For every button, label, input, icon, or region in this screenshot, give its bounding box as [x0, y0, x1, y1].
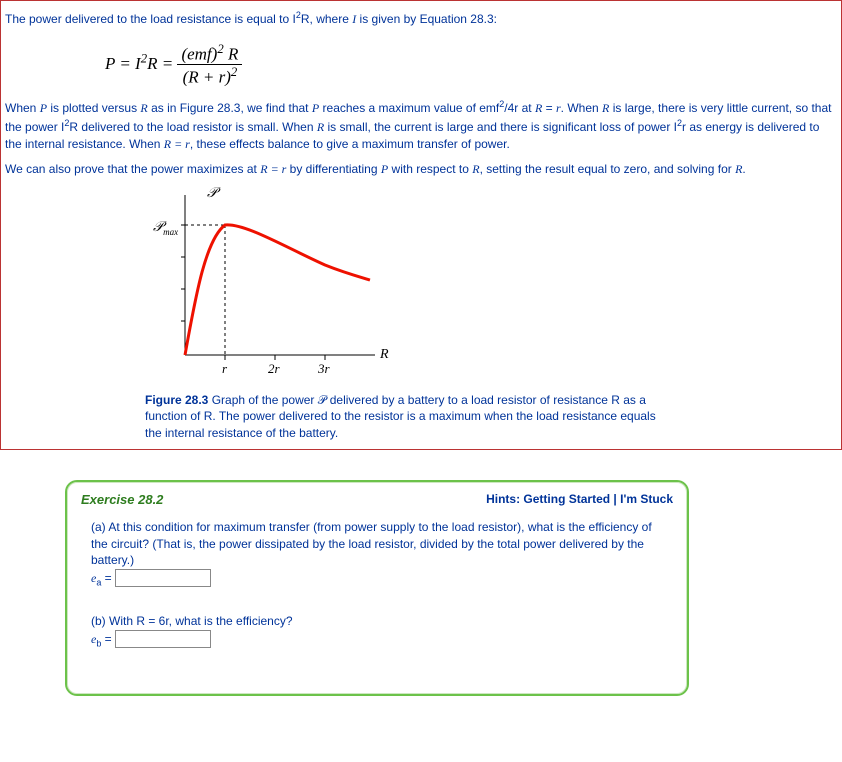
paragraph-3: We can also prove that the power maximiz…: [5, 161, 837, 178]
symbol-Req: R = r: [260, 162, 286, 176]
den-a: (R + r): [183, 68, 231, 87]
fraction: (emf)2 R (R + r)2: [177, 42, 242, 88]
eq-lhs-a: P = I: [105, 54, 141, 73]
tick-r: r: [222, 361, 228, 376]
text: with respect to: [388, 162, 472, 176]
text: reaches a maximum value of emf: [319, 101, 499, 115]
eq-lhs-b: R =: [147, 54, 177, 73]
text: . When: [561, 101, 602, 115]
symbol-R: R: [140, 101, 147, 115]
question-b-text: (b) With R = 6r, what is the efficiency?: [91, 613, 667, 630]
figure-28-3: 𝒫 𝒫max R r 2r 3r Figure 28.3 Graph of th…: [145, 185, 837, 441]
hints-block: Hints: Getting Started | I'm Stuck: [486, 492, 673, 507]
text: R delivered to the load resistor is smal…: [69, 120, 316, 134]
exercise-title: Exercise 28.2: [81, 492, 163, 507]
hint-getting-started-link[interactable]: Getting Started: [523, 492, 610, 506]
text: as in Figure 28.3, we find that: [148, 101, 312, 115]
text: is plotted versus: [47, 101, 140, 115]
intro-paragraph: The power delivered to the load resistan…: [5, 9, 837, 28]
answer-a-input[interactable]: [115, 569, 211, 587]
figure-number: Figure 28.3: [145, 393, 208, 407]
figure-text: Graph of the power 𝒫 delivered by a batt…: [145, 393, 656, 439]
text: We can also prove that the power maximiz…: [5, 162, 260, 176]
exercise-panel: Exercise 28.2 Hints: Getting Started | I…: [65, 480, 689, 696]
hint-im-stuck-link[interactable]: I'm Stuck: [620, 492, 673, 506]
exercise-header: Exercise 28.2 Hints: Getting Started | I…: [67, 482, 687, 513]
power-vs-R-plot: 𝒫 𝒫max R r 2r 3r: [145, 185, 405, 385]
answer-b-row: eb =: [91, 630, 667, 650]
text: , these effects balance to give a maximu…: [190, 137, 510, 151]
answer-a-row: ea =: [91, 569, 667, 589]
symbol-Req: R = r: [164, 137, 190, 151]
text: When: [5, 101, 40, 115]
symbol-P: P: [40, 101, 47, 115]
text: =: [542, 101, 556, 115]
paragraph-2: When P is plotted versus R as in Figure …: [5, 98, 837, 152]
sup-2: 2: [231, 65, 237, 79]
text: by differentiating: [286, 162, 381, 176]
tick-2r: 2r: [268, 361, 281, 376]
question-b: (b) With R = 6r, what is the efficiency?…: [91, 613, 667, 650]
explanation-panel: The power delivered to the load resistan…: [0, 0, 842, 450]
text: The power delivered to the load resistan…: [5, 12, 296, 26]
exercise-body: (a) At this condition for maximum transf…: [67, 513, 687, 694]
answer-b-input[interactable]: [115, 630, 211, 648]
eq-sign: =: [101, 571, 115, 585]
hints-sep: |: [610, 492, 620, 506]
question-a: (a) At this condition for maximum transf…: [91, 519, 667, 589]
num-a: (emf): [181, 44, 217, 63]
symbol-R: R: [735, 162, 742, 176]
num-b: R: [224, 44, 239, 63]
question-a-text: (a) At this condition for maximum transf…: [91, 519, 667, 569]
svg-text:𝒫max: 𝒫max: [153, 220, 178, 237]
pmax-sub: max: [163, 227, 178, 237]
figure-caption: Figure 28.3 Graph of the power 𝒫 deliver…: [145, 392, 675, 441]
eq-sign: =: [101, 632, 115, 646]
text: , setting the result equal to zero, and …: [480, 162, 735, 176]
tick-3r: 3r: [317, 361, 331, 376]
symbol-R: R: [472, 162, 479, 176]
text: is given by Equation 28.3:: [356, 12, 497, 26]
text: R, where: [301, 12, 352, 26]
text: is small, the current is large and there…: [324, 120, 677, 134]
text: /4r at: [504, 101, 535, 115]
x-axis-label: R: [379, 347, 389, 362]
y-axis-label: 𝒫: [207, 186, 221, 201]
power-equation: P = I2R = (emf)2 R (R + r)2: [5, 36, 837, 94]
hints-label: Hints:: [486, 492, 523, 506]
